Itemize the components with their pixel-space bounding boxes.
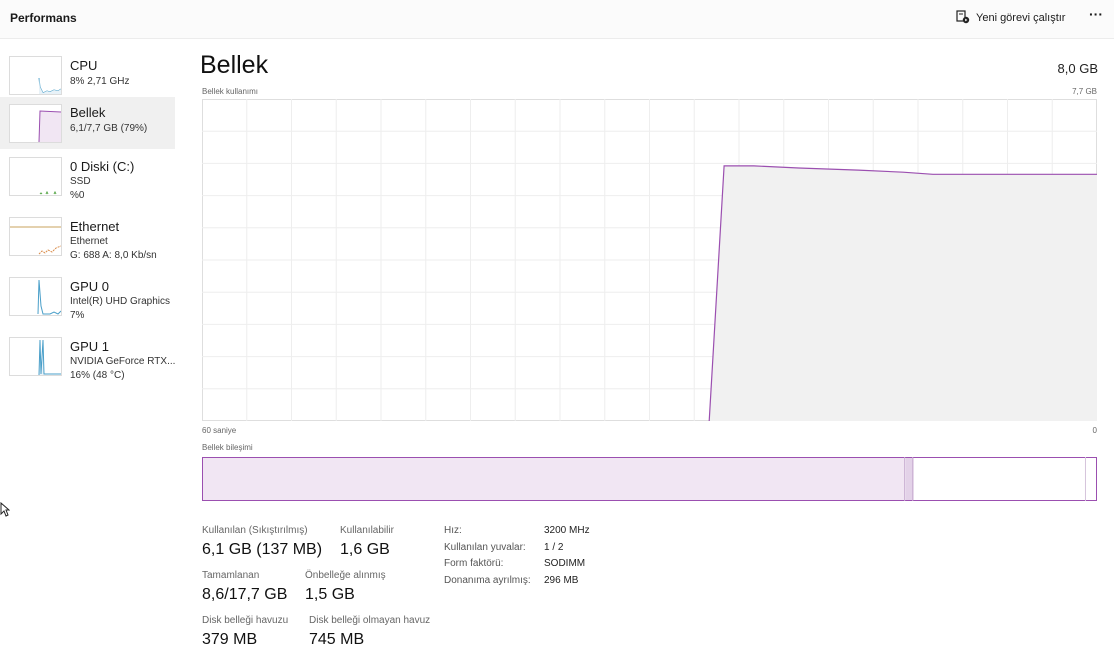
more-options-button[interactable]: ··· — [1086, 6, 1106, 26]
memory-usage-graph — [202, 99, 1097, 421]
used-value: 6,1 GB (137 MB) — [202, 541, 323, 558]
cpu-thumbnail — [9, 56, 62, 95]
sidebar-item-name: GPU 1 — [70, 339, 110, 354]
slots-value: 1 / 2 — [544, 542, 564, 553]
sidebar-item-memory[interactable]: Bellek 6,1/7,7 GB (79%) — [0, 97, 175, 149]
hardware-reserved-value: 296 MB — [544, 575, 579, 586]
run-task-icon — [956, 9, 970, 27]
time-zero-label: 0 — [1092, 426, 1097, 435]
sidebar-item-detail: Intel(R) UHD Graphics — [70, 296, 171, 307]
composition-label: Bellek bileşimi — [202, 443, 253, 452]
cached-value: 1,5 GB — [305, 586, 355, 603]
speed-value: 3200 MHz — [544, 525, 590, 536]
resource-title: Bellek — [200, 51, 269, 79]
memory-composition-bar[interactable] — [202, 457, 1097, 501]
sidebar-item-disk[interactable]: 0 Diski (C:) SSD %0 — [0, 151, 175, 207]
sidebar-item-gpu0[interactable]: GPU 0 Intel(R) UHD Graphics 7% — [0, 271, 175, 327]
sidebar-item-detail: Ethernet — [70, 236, 108, 247]
mouse-cursor-icon — [0, 501, 11, 523]
sidebar-item-ethernet[interactable]: Ethernet Ethernet G: 688 A: 8,0 Kb/sn — [0, 211, 175, 267]
title-bar: Performans Yeni görevi çalıştır ··· — [0, 0, 1114, 39]
sidebar-item-cpu[interactable]: CPU 8% 2,71 GHz — [0, 50, 175, 98]
composition-in-use — [203, 458, 906, 500]
used-label: Kullanılan (Sıkıştırılmış) — [202, 525, 308, 536]
sidebar-item-detail: 6,1/7,7 GB (79%) — [70, 123, 148, 134]
graph-max-label: 7,7 GB — [1072, 87, 1097, 96]
sidebar-item-name: 0 Diski (C:) — [70, 159, 135, 174]
committed-value: 8,6/17,7 GB — [202, 586, 288, 603]
gpu0-thumbnail — [9, 277, 62, 316]
gpu1-thumbnail — [9, 337, 62, 376]
run-new-task-button[interactable]: Yeni görevi çalıştır — [956, 8, 1065, 28]
ethernet-thumbnail — [9, 217, 62, 256]
sidebar-item-detail-2: G: 688 A: 8,0 Kb/sn — [70, 250, 157, 261]
sidebar-item-detail: 8% 2,71 GHz — [70, 76, 130, 87]
sidebar-item-detail-2: 7% — [70, 310, 85, 321]
nonpaged-pool-value: 745 MB — [309, 631, 365, 648]
paged-pool-value: 379 MB — [202, 631, 258, 648]
usage-area — [709, 165, 1097, 421]
sidebar-item-name: GPU 0 — [70, 279, 110, 294]
cached-label: Önbelleğe alınmış — [305, 570, 386, 581]
nonpaged-pool-label: Disk belleği olmayan havuz — [309, 615, 431, 626]
sidebar-item-detail: NVIDIA GeForce RTX... — [70, 356, 176, 367]
slots-label: Kullanılan yuvalar: — [444, 542, 526, 553]
hardware-reserved-label: Donanıma ayrılmış: — [444, 575, 531, 586]
available-label: Kullanılabilir — [340, 525, 394, 536]
form-factor-label: Form faktörü: — [444, 558, 504, 569]
sidebar-item-name: Bellek — [70, 105, 106, 120]
sidebar-item-detail-2: %0 — [70, 190, 85, 201]
available-value: 1,6 GB — [340, 541, 390, 558]
committed-label: Tamamlanan — [202, 570, 260, 581]
memory-thumbnail — [9, 104, 62, 143]
page-title: Performans — [10, 11, 77, 25]
form-factor-value: SODIMM — [544, 558, 586, 569]
sidebar-item-gpu1[interactable]: GPU 1 NVIDIA GeForce RTX... 16% (48 °C) — [0, 331, 175, 387]
run-task-label: Yeni görevi çalıştır — [976, 12, 1066, 24]
paged-pool-label: Disk belleği havuzu — [202, 615, 289, 626]
sidebar-item-detail-2: 16% (48 °C) — [70, 370, 125, 381]
sidebar-item-name: Ethernet — [70, 219, 120, 234]
sidebar-item-detail: SSD — [70, 176, 91, 187]
time-span-label: 60 saniye — [202, 426, 237, 435]
sidebar-item-name: CPU — [70, 58, 98, 73]
speed-label: Hız: — [444, 525, 462, 536]
disk-thumbnail — [9, 157, 62, 196]
total-memory: 8,0 GB — [1057, 61, 1098, 76]
graph-label: Bellek kullanımı — [202, 87, 259, 96]
